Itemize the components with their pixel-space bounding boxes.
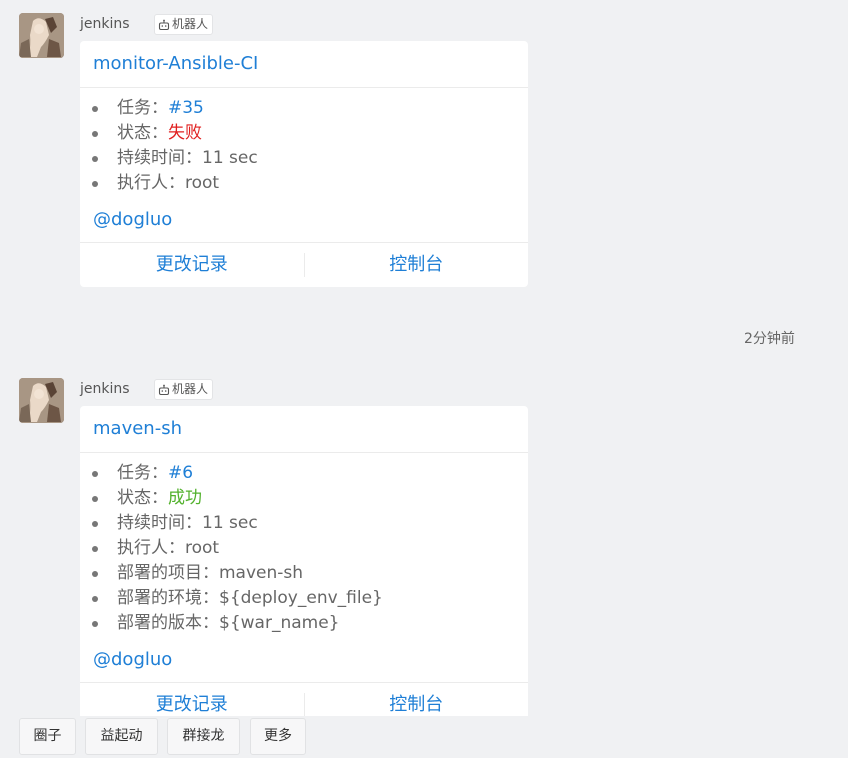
robot-icon (158, 384, 170, 395)
item-label: 部署的项目： (117, 563, 219, 583)
item-label: 部署的版本： (117, 613, 219, 633)
mention-link[interactable]: @dogluo (80, 636, 528, 682)
robot-badge-label: 机器人 (172, 382, 209, 396)
job-number-link[interactable]: #6 (168, 463, 193, 483)
item-label: 执行人： (117, 173, 185, 193)
mention-link[interactable]: @dogluo (80, 196, 528, 242)
item-label: 状态： (117, 488, 168, 508)
timestamp: 2分钟前 (744, 331, 795, 347)
avatar[interactable] (19, 13, 64, 58)
list-item: 状态：成功 (92, 486, 528, 511)
card-title-link[interactable]: monitor-Ansible-CI (80, 41, 528, 88)
card-actions: 更改记录 控制台 (80, 682, 528, 716)
chat-area: jenkins 机器人 monitor-Ansible-CI 任务：#35 状态… (0, 0, 848, 716)
quick-actions-bar: 圈子 益起动 群接龙 更多 (0, 716, 848, 758)
item-value: ${war_name} (219, 613, 340, 633)
avatar[interactable] (19, 378, 64, 423)
list-item: 执行人：root (92, 536, 528, 561)
list-item: 部署的环境：${deploy_env_file} (92, 586, 528, 611)
status-value: 失败 (168, 123, 202, 143)
item-value: ${deploy_env_file} (219, 588, 383, 608)
robot-badge: 机器人 (154, 14, 214, 35)
jenkins-card: maven-sh 任务：#6 状态：成功 持续时间：11 sec 执行人：roo… (80, 406, 528, 716)
card-title-link[interactable]: maven-sh (80, 406, 528, 453)
sender-name[interactable]: jenkins (80, 381, 130, 397)
list-item: 任务：#6 (92, 461, 528, 486)
card-actions: 更改记录 控制台 (80, 242, 528, 287)
list-item: 部署的版本：${war_name} (92, 611, 528, 636)
charity-button[interactable]: 益起动 (85, 718, 158, 755)
card-details: 任务：#6 状态：成功 持续时间：11 sec 执行人：root 部署的项目：m… (80, 453, 528, 636)
list-item: 部署的项目：maven-sh (92, 561, 528, 586)
item-value: root (185, 173, 220, 193)
item-label: 部署的环境： (117, 588, 219, 608)
robot-badge-label: 机器人 (172, 17, 209, 31)
changes-button[interactable]: 更改记录 (80, 243, 304, 287)
job-number-link[interactable]: #35 (168, 98, 204, 118)
item-label: 状态： (117, 123, 168, 143)
item-label: 任务： (117, 98, 168, 118)
changes-button[interactable]: 更改记录 (80, 683, 304, 716)
list-item: 状态：失败 (92, 121, 528, 146)
robot-badge: 机器人 (154, 379, 214, 400)
more-button[interactable]: 更多 (250, 718, 306, 755)
item-label: 持续时间： (117, 148, 202, 168)
group-chain-button[interactable]: 群接龙 (167, 718, 240, 755)
console-button[interactable]: 控制台 (305, 243, 529, 287)
list-item: 任务：#35 (92, 96, 528, 121)
list-item: 执行人：root (92, 171, 528, 196)
card-details: 任务：#35 状态：失败 持续时间：11 sec 执行人：root (80, 88, 528, 196)
item-label: 任务： (117, 463, 168, 483)
item-value: 11 sec (202, 148, 258, 168)
robot-icon (158, 19, 170, 30)
item-value: maven-sh (219, 563, 304, 583)
status-value: 成功 (168, 488, 202, 508)
console-button[interactable]: 控制台 (305, 683, 529, 716)
jenkins-card: monitor-Ansible-CI 任务：#35 状态：失败 持续时间：11 … (80, 41, 528, 287)
item-label: 执行人： (117, 538, 185, 558)
item-label: 持续时间： (117, 513, 202, 533)
item-value: root (185, 538, 220, 558)
sender-name[interactable]: jenkins (80, 16, 130, 32)
item-value: 11 sec (202, 513, 258, 533)
list-item: 持续时间：11 sec (92, 146, 528, 171)
list-item: 持续时间：11 sec (92, 511, 528, 536)
circle-button[interactable]: 圈子 (19, 718, 76, 755)
